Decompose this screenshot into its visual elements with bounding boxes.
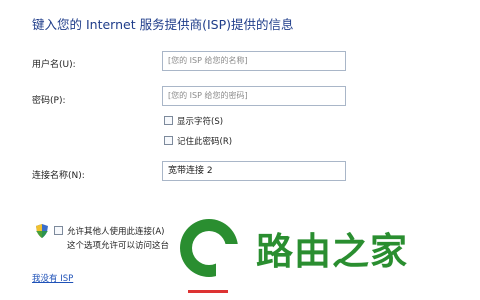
show-chars-checkbox[interactable] [164, 116, 173, 125]
allow-others-label: 允许其他人使用此连接(A) [67, 227, 165, 237]
page-title: 键入您的 Internet 服务提供商(ISP)提供的信息 [32, 17, 294, 32]
connection-name-label: 连接名称(N): [32, 171, 85, 181]
username-field[interactable]: [您的 ISP 给您的名称] [162, 51, 346, 71]
shield-icon [36, 224, 48, 238]
password-label: 密码(P): [32, 96, 66, 106]
show-chars-label: 显示字符(S) [177, 117, 224, 127]
remember-password-label: 记住此密码(R) [177, 137, 233, 147]
watermark-red-mark [188, 290, 228, 293]
allow-others-description: 这个选项允许可以访问这台 [67, 241, 170, 251]
remember-password-checkbox[interactable] [164, 136, 173, 145]
connection-name-field[interactable]: 宽带连接 2 [162, 161, 346, 181]
username-label: 用户名(U): [32, 60, 76, 70]
watermark-bottom-strip [0, 262, 480, 300]
password-field[interactable]: [您的 ISP 给您的密码] [162, 86, 346, 106]
allow-others-checkbox[interactable] [54, 226, 63, 235]
